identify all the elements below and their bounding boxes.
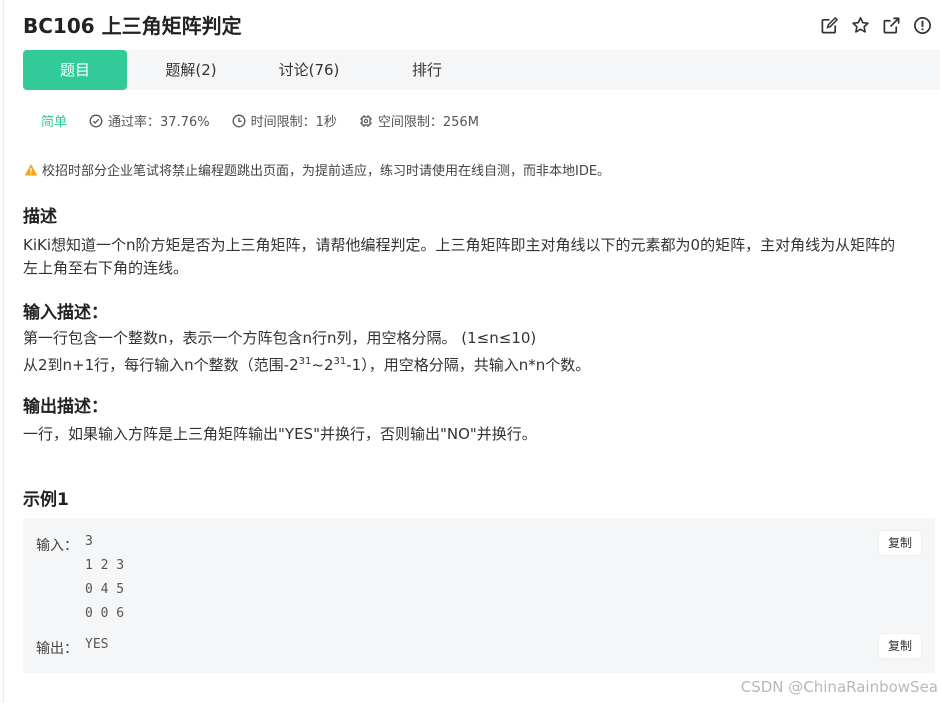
- description-heading: 描述: [23, 207, 57, 227]
- header: BC106 上三角矩阵判定: [23, 12, 932, 42]
- watermark: CSDN @ChinaRainbowSea: [740, 678, 938, 696]
- notice-banner: 校招时部分企业笔试将禁止编程题跳出页面，为提前适应，练习时请使用在线自测，而非本…: [24, 160, 610, 179]
- output-description-text: 一行，如果输入方阵是上三角矩阵输出"YES"并换行，否则输出"NO"并换行。: [23, 425, 537, 443]
- pass-rate: 通过率：37.76%: [89, 111, 210, 130]
- difficulty-badge: 简单: [41, 115, 68, 130]
- example-input-label: 输入：: [36, 538, 78, 554]
- chip-icon: [359, 114, 372, 127]
- tab-bar: 题目 题解(2) 讨论(76) 排行: [23, 50, 940, 90]
- input-description-heading: 输入描述：: [23, 303, 108, 323]
- external-link-icon[interactable]: [882, 16, 901, 35]
- star-icon[interactable]: [851, 16, 870, 35]
- example-box: 输入： 3 1 2 3 0 4 5 0 0 6 复制 输出： YES 复制: [23, 518, 935, 673]
- copy-output-button[interactable]: 复制: [879, 634, 921, 658]
- input-description-text: 第一行包含一个整数n，表示一个方阵包含n行n列，用空格分隔。 (1≤n≤10) …: [23, 329, 591, 374]
- problem-meta: 简单 通过率：37.76% 时间限制：1秒 空间限制：256M: [41, 111, 501, 130]
- left-border: [3, 0, 4, 703]
- tab-problem[interactable]: 题目: [23, 50, 127, 90]
- description-text: KiKi想知道一个n阶方矩是否为上三角矩阵，请帮他编程判定。上三角矩阵即主对角线…: [23, 236, 896, 277]
- example-output-code[interactable]: YES: [85, 633, 108, 657]
- tab-discussion[interactable]: 讨论(76): [267, 50, 351, 90]
- tab-ranking[interactable]: 排行: [385, 50, 469, 90]
- example-heading: 示例1: [23, 490, 69, 510]
- check-circle-icon: [89, 114, 103, 127]
- time-limit: 时间限制：1秒: [232, 111, 337, 130]
- clock-icon: [232, 114, 246, 127]
- notice-text: 校招时部分企业笔试将禁止编程题跳出页面，为提前适应，练习时请使用在线自测，而非本…: [42, 164, 611, 179]
- output-description-heading: 输出描述：: [23, 397, 108, 417]
- copy-input-button[interactable]: 复制: [879, 531, 921, 555]
- memory-limit: 空间限制：256M: [359, 111, 479, 130]
- header-icons: [820, 16, 932, 35]
- tab-solutions[interactable]: 题解(2): [149, 50, 233, 90]
- example-output-label: 输出：: [36, 641, 78, 657]
- example-input-code[interactable]: 3 1 2 3 0 4 5 0 0 6: [85, 530, 124, 626]
- problem-title: BC106 上三角矩阵判定: [23, 14, 242, 38]
- edit-icon[interactable]: [820, 16, 839, 35]
- info-icon[interactable]: [913, 16, 932, 35]
- warning-icon: [24, 163, 38, 175]
